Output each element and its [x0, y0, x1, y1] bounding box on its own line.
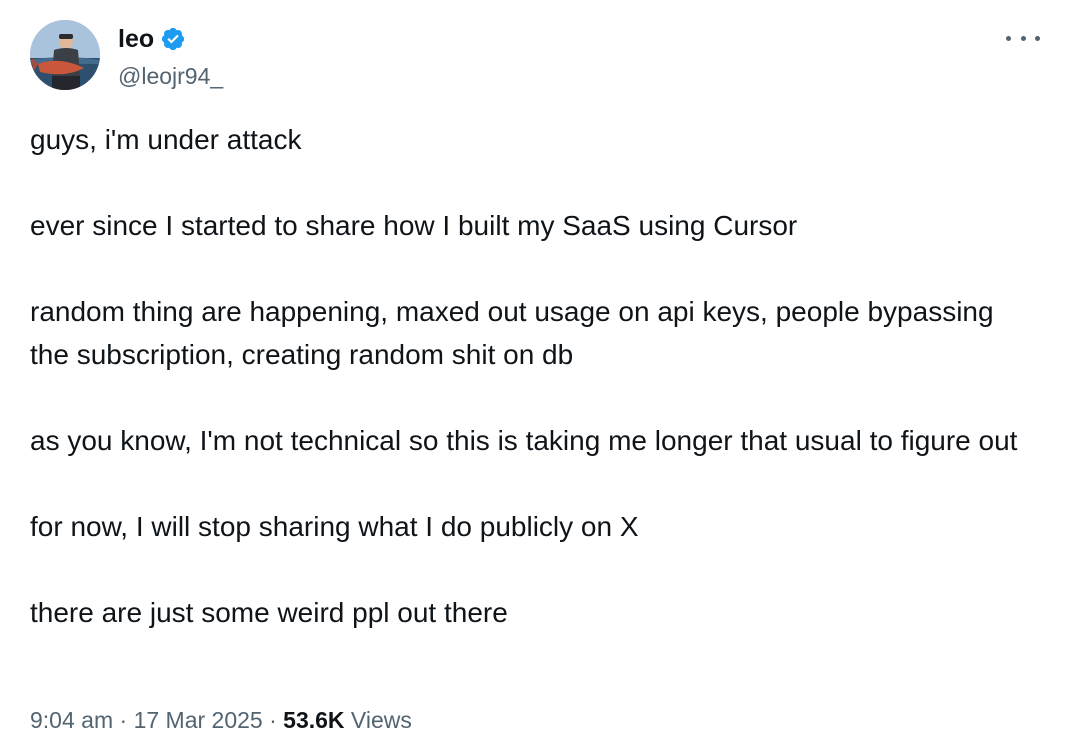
author-handle[interactable]: @leojr94_: [118, 62, 223, 90]
verified-badge-icon[interactable]: [160, 26, 186, 52]
author-display-name[interactable]: leo: [118, 24, 154, 54]
views-count[interactable]: 53.6K: [283, 707, 344, 733]
tweet-paragraph: for now, I will stop sharing what I do p…: [30, 511, 639, 542]
tweet-time[interactable]: 9:04 am: [30, 707, 113, 733]
tweet-paragraph: there are just some weird ppl out there: [30, 597, 508, 628]
tweet-paragraph: as you know, I'm not technical so this i…: [30, 425, 1018, 456]
tweet-paragraph: ever since I started to share how I buil…: [30, 210, 798, 241]
tweet-paragraph: random thing are happening, maxed out us…: [30, 296, 994, 370]
author-name-row: leo: [118, 24, 186, 54]
avatar[interactable]: [30, 20, 100, 90]
tweet-paragraph: guys, i'm under attack: [30, 124, 302, 155]
tweet-date[interactable]: 17 Mar 2025: [134, 707, 263, 733]
tweet-card: leo @leojr94_ guys, i'm under attack eve…: [0, 0, 1074, 745]
meta-separator: ·: [113, 707, 134, 733]
avatar-image: [30, 20, 100, 90]
more-horizontal-icon: [1035, 35, 1040, 41]
tweet-metadata: 9:04 am · 17 Mar 2025 · 53.6K Views: [30, 702, 412, 738]
views-label[interactable]: Views: [351, 707, 412, 733]
tweet-text: guys, i'm under attack ever since I star…: [30, 118, 1030, 634]
more-horizontal-icon: [1020, 35, 1026, 41]
more-options-button[interactable]: [1006, 28, 1040, 48]
meta-separator: ·: [262, 707, 284, 733]
more-horizontal-icon: [1006, 35, 1011, 41]
